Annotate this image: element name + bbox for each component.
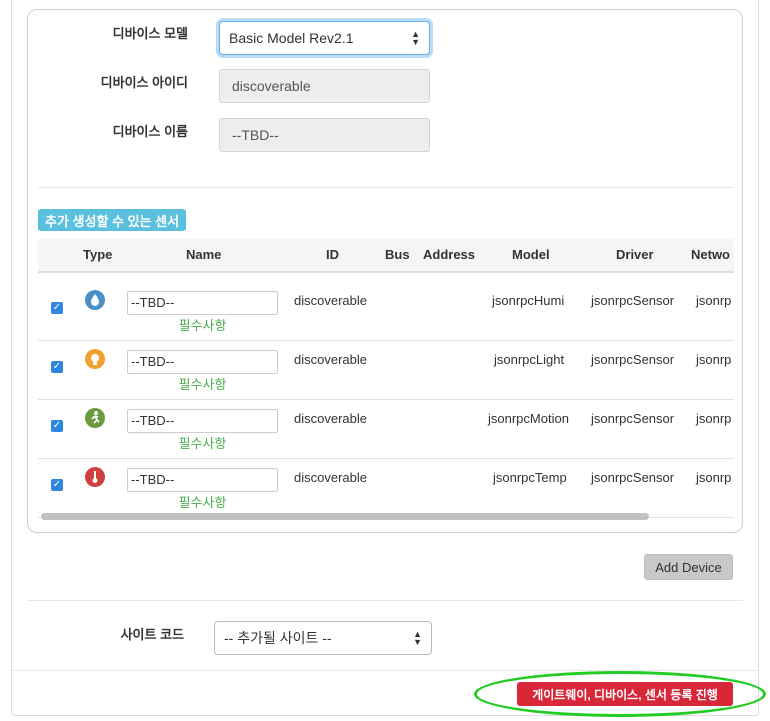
sensor-checkbox[interactable]: ✓ xyxy=(51,361,63,373)
sensor-network: jsonrp xyxy=(696,352,732,367)
required-note: 필수사항 xyxy=(178,377,227,392)
site-code-value: -- 추가될 사이트 -- xyxy=(224,630,332,646)
sensor-checkbox[interactable]: ✓ xyxy=(51,420,63,432)
device-id-label: 디바이스 아이디 xyxy=(100,75,188,90)
divider xyxy=(27,600,743,601)
required-note: 필수사항 xyxy=(178,436,227,451)
sensor-network: jsonrp xyxy=(696,411,732,426)
sensor-model: jsonrpcMotion xyxy=(488,411,569,426)
sensor-table: Type Name ID Bus Address Model Driver Ne… xyxy=(38,239,734,523)
sensor-name-input[interactable]: --TBD-- xyxy=(127,468,278,492)
table-row: ✓ --TBD-- 필수사항 discoverable jsonrpcTemp … xyxy=(38,459,734,518)
header-address: Address xyxy=(423,247,476,262)
divider xyxy=(38,187,734,188)
device-name-field: --TBD-- xyxy=(219,118,430,152)
required-note: 필수사항 xyxy=(178,495,227,510)
sensor-driver: jsonrpcSensor xyxy=(591,411,675,426)
register-submit-button[interactable]: 게이트웨이, 디바이스, 센서 등록 진행 xyxy=(517,682,733,706)
device-card: 디바이스 모델 Basic Model Rev2.1 ▲ ▼ 디바이스 아이디 d… xyxy=(27,9,743,533)
sensor-checkbox[interactable]: ✓ xyxy=(51,479,63,491)
device-model-value: Basic Model Rev2.1 xyxy=(229,30,354,46)
header-bus: Bus xyxy=(385,247,410,262)
header-id: ID xyxy=(326,247,339,262)
light-bulb-icon xyxy=(85,349,105,369)
sensor-name-input[interactable]: --TBD-- xyxy=(127,350,278,374)
device-name-label: 디바이스 이름 xyxy=(112,124,188,139)
sensor-id: discoverable xyxy=(294,352,367,367)
sensor-model: jsonrpcHumi xyxy=(492,293,565,308)
table-row: ✓ --TBD-- 필수사항 discoverable jsonrpcMotio… xyxy=(38,400,734,459)
sensor-id: discoverable xyxy=(294,411,367,426)
sensor-network: jsonrp xyxy=(696,470,732,485)
sensor-driver: jsonrpcSensor xyxy=(591,293,675,308)
sensor-name-input[interactable]: --TBD-- xyxy=(127,409,278,433)
sensor-table-header: Type Name ID Bus Address Model Driver Ne… xyxy=(38,239,734,273)
select-arrows-icon: ▲ ▼ xyxy=(413,629,422,647)
device-model-select[interactable]: Basic Model Rev2.1 ▲ ▼ xyxy=(219,21,430,55)
sensor-checkbox[interactable]: ✓ xyxy=(51,302,63,314)
table-row: ✓ --TBD-- 필수사항 discoverable jsonrpcLight… xyxy=(38,341,734,400)
device-model-label: 디바이스 모델 xyxy=(112,26,188,41)
divider xyxy=(12,670,758,671)
site-code-select[interactable]: -- 추가될 사이트 -- ▲ ▼ xyxy=(214,621,432,655)
sensor-model: jsonrpcLight xyxy=(494,352,565,367)
sensor-id: discoverable xyxy=(294,293,367,308)
table-row: ✓ --TBD-- 필수사항 discoverable jsonrpcHumi … xyxy=(38,282,734,341)
header-name: Name xyxy=(186,247,222,262)
sensor-driver: jsonrpcSensor xyxy=(591,352,675,367)
sensor-driver: jsonrpcSensor xyxy=(591,470,675,485)
header-network: Netwo xyxy=(691,247,730,262)
header-model: Model xyxy=(512,247,550,262)
sensor-model: jsonrpcTemp xyxy=(493,470,567,485)
sensor-name-input[interactable]: --TBD-- xyxy=(127,291,278,315)
sensor-network: jsonrp xyxy=(696,293,732,308)
horizontal-scrollbar[interactable] xyxy=(41,513,649,520)
site-code-label: 사이트 코드 xyxy=(120,627,184,642)
add-device-button[interactable]: Add Device xyxy=(644,554,733,580)
header-driver: Driver xyxy=(616,247,654,262)
required-note: 필수사항 xyxy=(178,318,227,333)
header-type: Type xyxy=(83,247,113,262)
sensor-id: discoverable xyxy=(294,470,367,485)
sensor-section-title: 추가 생성할 수 있는 센서 xyxy=(38,209,187,231)
humidity-drop-icon xyxy=(85,290,105,310)
thermometer-icon xyxy=(85,467,105,487)
device-id-field: discoverable xyxy=(219,69,430,103)
motion-runner-icon xyxy=(85,408,105,428)
select-arrows-icon: ▲ ▼ xyxy=(411,29,420,47)
